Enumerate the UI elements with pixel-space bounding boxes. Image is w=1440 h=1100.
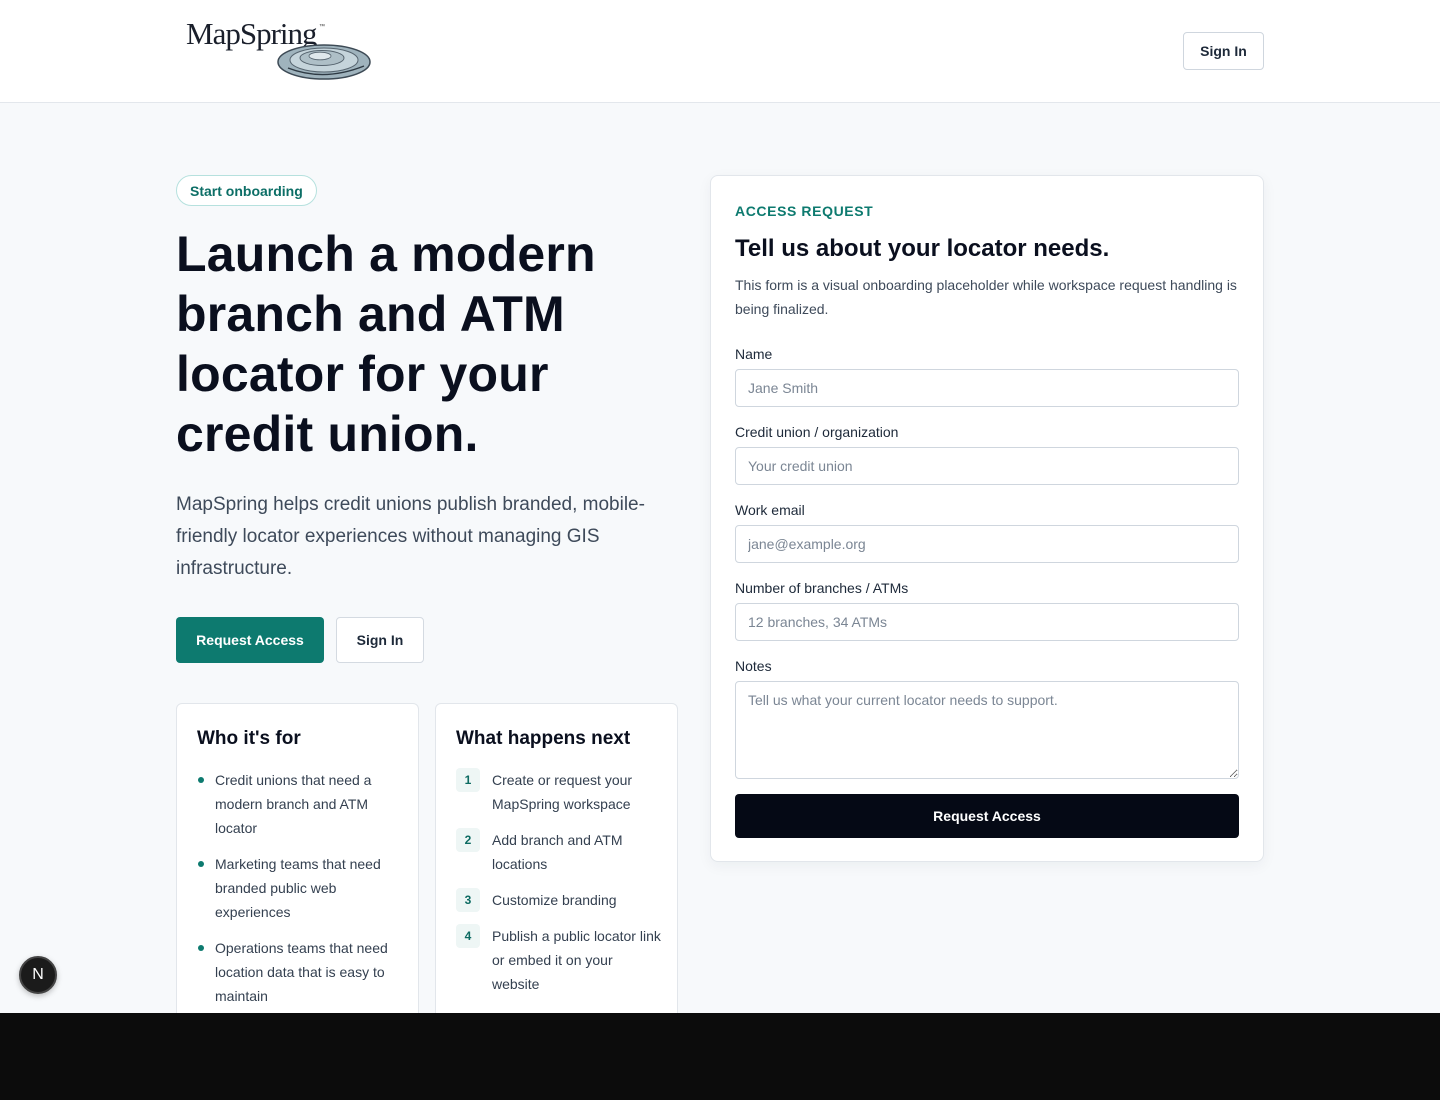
hero-title: Launch a modern branch and ATM locator f…	[176, 226, 596, 462]
organization-input[interactable]	[735, 447, 1239, 485]
header-sign-in-button[interactable]: Sign In	[1183, 32, 1264, 70]
branches-label: Number of branches / ATMs	[735, 580, 909, 596]
step-number: 3	[456, 888, 480, 912]
list-item: Credit unions that need a modern branch …	[197, 768, 402, 840]
list-item-text: Operations teams that need location data…	[215, 940, 388, 1004]
form-title: Tell us about your locator needs.	[735, 235, 1110, 262]
list-item-text: Credit unions that need a modern branch …	[215, 772, 372, 836]
request-access-button[interactable]: Request Access	[176, 617, 324, 663]
hero-description: MapSpring helps credit unions publish br…	[176, 494, 645, 579]
notes-textarea[interactable]	[735, 681, 1239, 779]
hero-sign-in-button[interactable]: Sign In	[336, 617, 424, 663]
bullet-dot-icon	[198, 861, 204, 867]
bottom-dark-bar	[0, 1013, 1440, 1100]
step-text: Publish a public locator link or embed i…	[492, 928, 661, 992]
what-happens-next-card: What happens next 1 Create or request you…	[435, 703, 678, 1043]
form-description: This form is a visual onboarding placeho…	[735, 277, 1237, 317]
form-request-access-button[interactable]: Request Access	[735, 794, 1239, 838]
step-text: Add branch and ATM locations	[492, 832, 623, 872]
site-header: MapSpring ™ Sign In	[0, 0, 1440, 103]
notes-label: Notes	[735, 658, 772, 674]
logo-trademark: ™	[319, 24, 325, 30]
list-item: 3 Customize branding	[456, 888, 661, 912]
name-input[interactable]	[735, 369, 1239, 407]
step-number: 4	[456, 924, 480, 948]
start-onboarding-badge: Start onboarding	[176, 175, 317, 206]
access-request-form: ACCESS REQUEST Tell us about your locato…	[710, 175, 1264, 862]
who-list: Credit unions that need a modern branch …	[197, 768, 402, 1020]
mapspring-logo[interactable]: MapSpring ™	[186, 18, 378, 84]
work-email-input[interactable]	[735, 525, 1239, 563]
next-card-title: What happens next	[456, 728, 631, 749]
organization-label: Credit union / organization	[735, 424, 899, 440]
list-item: 2 Add branch and ATM locations	[456, 828, 661, 876]
list-item: Operations teams that need location data…	[197, 936, 402, 1008]
list-item: 1 Create or request your MapSpring worksp…	[456, 768, 661, 816]
work-email-label: Work email	[735, 502, 805, 518]
dev-tools-n-icon[interactable]: N	[19, 956, 57, 994]
step-number: 2	[456, 828, 480, 852]
who-card-title: Who it's for	[197, 728, 301, 749]
list-item: 4 Publish a public locator link or embed …	[456, 924, 661, 996]
next-steps-list: 1 Create or request your MapSpring worksp…	[456, 768, 661, 1008]
branches-input[interactable]	[735, 603, 1239, 641]
logo-spring-disc-icon	[277, 44, 371, 80]
form-eyebrow: ACCESS REQUEST	[735, 203, 874, 219]
who-its-for-card: Who it's for Credit unions that need a m…	[176, 703, 419, 1043]
list-item: Marketing teams that need branded public…	[197, 852, 402, 924]
list-item-text: Marketing teams that need branded public…	[215, 856, 381, 920]
step-text: Create or request your MapSpring workspa…	[492, 772, 633, 812]
bullet-dot-icon	[198, 777, 204, 783]
step-text: Customize branding	[492, 892, 617, 908]
name-label: Name	[735, 346, 773, 362]
bullet-dot-icon	[198, 945, 204, 951]
step-number: 1	[456, 768, 480, 792]
